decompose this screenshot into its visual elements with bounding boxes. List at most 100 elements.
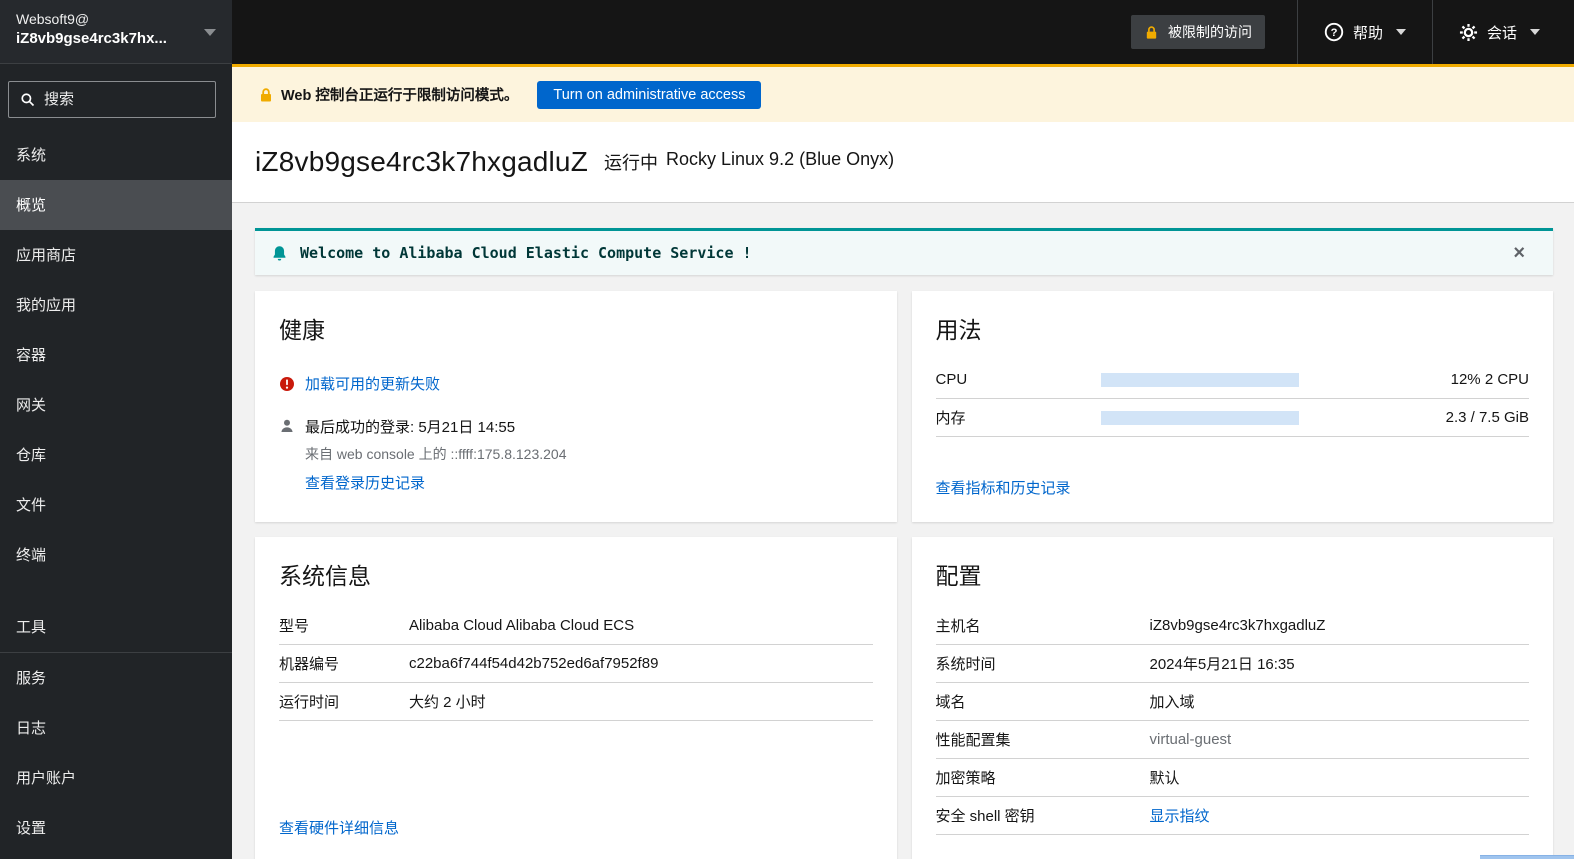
- search-input[interactable]: [44, 91, 164, 108]
- hostname-label: 主机名: [935, 618, 981, 635]
- configuration-rows: 主机名 iZ8vb9gse4rc3k7hxgadluZ 系统时间 2024年5月…: [935, 607, 1530, 835]
- host-switcher[interactable]: Websoft9@ iZ8vb9gse4rc3k7hx...: [0, 0, 232, 64]
- system-time-row: 系统时间 2024年5月21日 16:35: [935, 645, 1530, 683]
- configuration-title: 配置: [935, 563, 982, 589]
- usage-card: 用法 CPU 12% 2 CPU 内存 2.3 / 7.5 GiB 查看指标和历…: [911, 291, 1553, 522]
- login-origin-text: 来自 web console 上的 ::ffff:175.8.123.204: [305, 446, 567, 462]
- sidebar-item-system[interactable]: 系统: [0, 130, 232, 180]
- masthead: 被限制的访问 ? 帮助 会话: [232, 0, 1574, 64]
- chevron-down-icon: [204, 29, 216, 36]
- hardware-details-link[interactable]: 查看硬件详细信息: [279, 817, 399, 838]
- brand-user: Websoft9@: [16, 11, 90, 27]
- sidebar-item-settings[interactable]: 设置: [0, 803, 232, 853]
- updates-error-row: 加载可用的更新失败: [279, 373, 873, 394]
- sidebar-item-containers[interactable]: 容器: [0, 330, 232, 380]
- system-time-label: 系统时间: [935, 656, 996, 673]
- metrics-history-link[interactable]: 查看指标和历史记录: [936, 477, 1071, 498]
- machine-id-label: 机器编号: [279, 656, 340, 673]
- session-menu[interactable]: 会话: [1431, 0, 1574, 64]
- sidebar-item-tools[interactable]: 工具: [0, 602, 232, 653]
- configuration-card: 配置 主机名 iZ8vb9gse4rc3k7hxgadluZ 系统时间 2024…: [911, 537, 1553, 859]
- question-circle-icon: ?: [1324, 22, 1344, 42]
- brand-hostname: iZ8vb9gse4rc3k7hx...: [16, 30, 167, 47]
- hostname-row: 主机名 iZ8vb9gse4rc3k7hxgadluZ: [935, 607, 1529, 645]
- system-time-value[interactable]: 2024年5月21日 16:35: [1150, 653, 1530, 674]
- crypto-policy-value[interactable]: 默认: [1150, 767, 1530, 788]
- system-info-card: 系统信息 型号 Alibaba Cloud Alibaba Cloud ECS …: [255, 537, 897, 859]
- hostname-value: iZ8vb9gse4rc3k7hxgadluZ: [1149, 617, 1326, 634]
- page-header: iZ8vb9gse4rc3k7hxgadluZ 运行中 Rocky Linux …: [232, 122, 1574, 203]
- svg-text:?: ?: [1331, 27, 1338, 39]
- sidebar-item-files[interactable]: 文件: [0, 480, 232, 530]
- machine-id-value: c22ba6f744f54d42b752ed6af7952f89: [409, 655, 659, 672]
- join-domain-value[interactable]: 加入域: [1150, 691, 1530, 712]
- restricted-mode-banner: Web 控制台正运行于限制访问模式。 Turn on administrativ…: [232, 64, 1574, 122]
- sidebar-item-app-store[interactable]: 应用商店: [0, 230, 232, 280]
- uptime-label: 运行时间: [279, 694, 340, 711]
- bell-icon: [271, 245, 288, 262]
- partially-visible-element: [1480, 855, 1574, 859]
- show-fingerprints-link[interactable]: 显示指纹: [1150, 805, 1530, 826]
- sidebar: 系统 概览 应用商店 我的应用 容器 网关 仓库 文件 终端 工具 服务 日志 …: [0, 64, 232, 859]
- sidebar-item-terminal[interactable]: 终端: [0, 530, 232, 580]
- crypto-policy-row: 加密策略 默认: [935, 759, 1530, 797]
- usage-rows: CPU 12% 2 CPU 内存 2.3 / 7.5 GiB: [935, 361, 1529, 437]
- memory-usage-row: 内存 2.3 / 7.5 GiB: [935, 399, 1529, 437]
- main-area: Web 控制台正运行于限制访问模式。 Turn on administrativ…: [232, 64, 1574, 859]
- health-card: 健康 加载可用的更新失败 最后成功的登录: 5月21日 14:55 来自 web…: [255, 291, 897, 522]
- host-state: 运行中 Rocky Linux 9.2 (Blue Onyx): [604, 149, 894, 175]
- sidebar-item-overview[interactable]: 概览: [0, 180, 232, 230]
- cpu-value: 12% 2 CPU: [1450, 371, 1529, 388]
- lock-icon: [258, 87, 274, 103]
- performance-profile-value[interactable]: virtual-guest: [1150, 731, 1530, 748]
- domain-label: 域名: [935, 694, 966, 711]
- model-value: Alibaba Cloud Alibaba Cloud ECS: [409, 617, 635, 634]
- cpu-label: CPU: [935, 371, 968, 388]
- restricted-access-label: 被限制的访问: [1167, 24, 1252, 40]
- last-login-info: 最后成功的登录: 5月21日 14:55 来自 web console 上的 :…: [305, 416, 567, 493]
- restricted-access-button[interactable]: 被限制的访问: [1130, 15, 1265, 49]
- overview-content: Welcome to Alibaba Cloud Elastic Compute…: [232, 203, 1574, 859]
- help-label: 帮助: [1352, 24, 1383, 42]
- sidebar-search[interactable]: [8, 81, 216, 118]
- help-menu[interactable]: ? 帮助: [1296, 0, 1432, 64]
- ssh-keys-row: 安全 shell 密钥 显示指纹: [935, 797, 1530, 835]
- domain-row: 域名 加入域: [935, 683, 1530, 721]
- sidebar-nav: 系统 概览 应用商店 我的应用 容器 网关 仓库 文件 终端 工具 服务 日志 …: [0, 130, 232, 853]
- updates-error-link[interactable]: 加载可用的更新失败: [305, 373, 440, 394]
- lock-icon: [1144, 25, 1159, 40]
- memory-label: 内存: [935, 410, 966, 427]
- sidebar-item-accounts[interactable]: 用户账户: [0, 753, 232, 803]
- close-icon[interactable]: ×: [1513, 243, 1525, 263]
- login-history-link[interactable]: 查看登录历史记录: [305, 472, 425, 493]
- ssh-keys-label: 安全 shell 密钥: [935, 808, 1035, 825]
- last-login-text: 最后成功的登录: 5月21日 14:55: [305, 419, 516, 436]
- cpu-progress-bar: [1100, 372, 1299, 387]
- machine-id-row: 机器编号 c22ba6f744f54d42b752ed6af7952f89: [279, 645, 873, 683]
- sidebar-item-repository[interactable]: 仓库: [0, 430, 232, 480]
- user-icon: [279, 418, 295, 434]
- last-login-row: 最后成功的登录: 5月21日 14:55 来自 web console 上的 :…: [279, 416, 873, 493]
- sidebar-item-services[interactable]: 服务: [0, 653, 232, 703]
- usage-card-title: 用法: [935, 317, 982, 343]
- sidebar-item-gateway[interactable]: 网关: [0, 380, 232, 430]
- gear-icon: [1459, 23, 1478, 42]
- system-info-title: 系统信息: [279, 563, 371, 589]
- admin-access-button[interactable]: Turn on administrative access: [537, 80, 762, 109]
- uptime-value: 大约 2 小时: [409, 694, 486, 711]
- memory-value: 2.3 / 7.5 GiB: [1445, 409, 1529, 426]
- chevron-down-icon: [1395, 29, 1406, 35]
- model-label: 型号: [279, 618, 310, 635]
- sidebar-item-logs[interactable]: 日志: [0, 703, 232, 753]
- os-name: Rocky Linux 9.2 (Blue Onyx): [666, 149, 895, 169]
- cpu-usage-row: CPU 12% 2 CPU: [935, 361, 1529, 399]
- card-gallery: 健康 加载可用的更新失败 最后成功的登录: 5月21日 14:55 来自 web…: [255, 291, 1553, 859]
- memory-progress-bar: [1100, 410, 1299, 425]
- performance-profile-label: 性能配置集: [935, 732, 1011, 749]
- sidebar-item-my-apps[interactable]: 我的应用: [0, 280, 232, 330]
- uptime-row: 运行时间 大约 2 小时: [279, 683, 873, 721]
- model-row: 型号 Alibaba Cloud Alibaba Cloud ECS: [279, 607, 873, 645]
- running-state: 运行中: [604, 153, 659, 173]
- chevron-down-icon: [1530, 29, 1540, 35]
- search-icon: [20, 92, 35, 107]
